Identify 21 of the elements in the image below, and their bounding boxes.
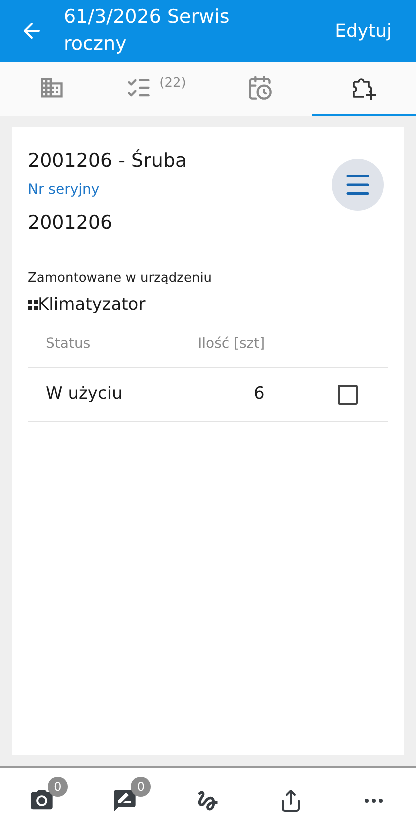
serial-label: Nr seryjny [28,180,101,200]
part-title: 2001206 - Śruba [28,148,188,174]
calendar-clock-icon [247,75,273,101]
column-header: Ilość [szt] [198,335,266,354]
device-name: Klimatyzator [38,294,146,316]
count-badge: 0 [131,777,152,797]
column-header: Status [46,335,92,354]
comment-edit-icon [112,788,138,814]
table-cell-text: W użyciu [46,382,124,406]
serial-value: 2001206 [28,210,114,236]
menu-button[interactable] [332,159,384,211]
table-cell-text: 6 [254,382,266,406]
count-badge: 0 [48,777,68,797]
more-icon [365,799,384,803]
checkbox[interactable] [338,384,358,404]
tab-count: (22) [160,75,186,93]
toolbar-button[interactable] [112,788,138,814]
edit-button[interactable]: Edytuj [335,18,392,44]
grid-icon [28,300,38,310]
page-title: 61/3/2026 Serwis roczny [64,5,231,57]
mounted-label: Zamontowane w urządzeniu [28,270,214,288]
